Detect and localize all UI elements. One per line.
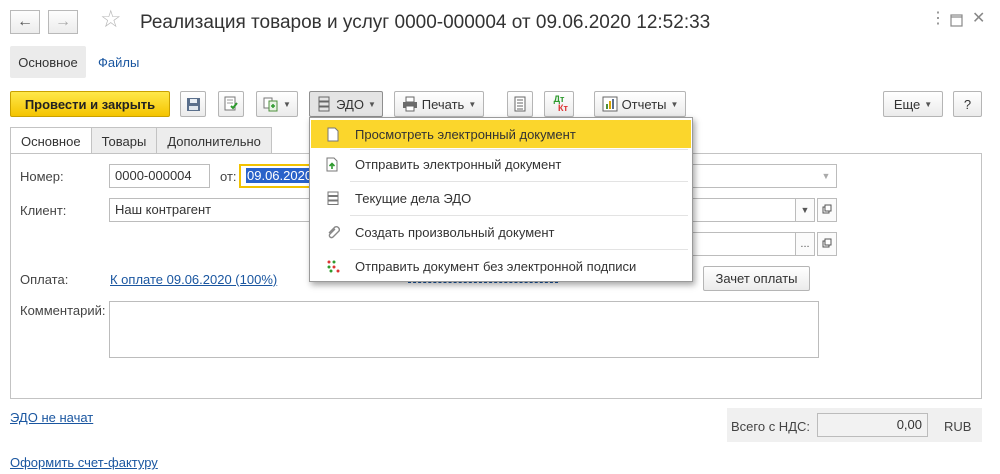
tab-main[interactable]: Основное xyxy=(10,127,92,155)
number-label: Номер: xyxy=(20,169,64,184)
reports-label: Отчеты xyxy=(621,96,667,112)
create-based-on-button[interactable]: ▼ xyxy=(256,91,298,117)
menu-item-label: Создать произвольный документ xyxy=(355,224,555,240)
total-label: Всего с НДС: xyxy=(731,419,811,434)
post-document-icon xyxy=(223,96,239,112)
ledger-icon xyxy=(512,96,528,112)
print-button[interactable]: Печать ▼ xyxy=(394,91,484,117)
printer-icon xyxy=(402,96,418,112)
close-icon[interactable]: ✕ xyxy=(972,11,985,27)
date-value: 09.06.2020 xyxy=(246,168,313,183)
kebab-icon[interactable]: ⋮ xyxy=(930,11,946,27)
comment-label: Комментарий: xyxy=(20,303,106,318)
tab-additional[interactable]: Дополнительно xyxy=(156,127,272,154)
payment-link[interactable]: К оплате 09.06.2020 (100%) xyxy=(110,272,277,287)
edo-status-link[interactable]: ЭДО не начат xyxy=(10,410,93,425)
open-icon xyxy=(822,204,832,216)
arrow-left-icon: ← xyxy=(17,13,33,30)
more-button[interactable]: Еще ▼ xyxy=(883,91,943,117)
edo-label: ЭДО xyxy=(336,96,364,112)
post-button[interactable] xyxy=(218,91,244,117)
form-tabs: Основное Товары Дополнительно xyxy=(10,127,272,155)
send-document-icon xyxy=(325,156,341,172)
menu-item-label: Отправить электронный документ xyxy=(355,156,562,172)
report-icon xyxy=(602,96,618,112)
menu-item-edo-tasks[interactable]: Текущие дела ЭДО xyxy=(311,184,691,212)
menu-item-create-custom-doc[interactable]: Создать произвольный документ xyxy=(311,218,691,246)
section-tab-main[interactable]: Основное xyxy=(10,46,86,78)
post-and-close-button[interactable]: Провести и закрыть xyxy=(10,91,170,117)
date-label: от: xyxy=(220,169,237,184)
send-unsigned-icon xyxy=(325,258,341,274)
date-field[interactable]: 09.06.2020 xyxy=(239,164,314,188)
edo-icon xyxy=(316,96,332,112)
chevron-down-icon: ▼ xyxy=(468,99,477,109)
menu-separator xyxy=(350,249,688,250)
chevron-down-icon[interactable]: ▼ xyxy=(816,164,836,188)
menu-item-send-edoc[interactable]: Отправить электронный документ xyxy=(311,150,691,178)
chevron-down-icon: ▼ xyxy=(924,99,933,109)
client-field[interactable]: Наш контрагент xyxy=(109,198,315,222)
contract-field[interactable] xyxy=(692,232,796,256)
edo-dropdown-menu: Просмотреть электронный документ Отправи… xyxy=(309,117,693,282)
chevron-down-icon: ▼ xyxy=(800,205,810,215)
number-field[interactable]: 0000-000004 xyxy=(109,164,210,188)
forward-button[interactable]: → xyxy=(48,10,78,34)
menu-separator xyxy=(350,215,688,216)
contract-open-button[interactable] xyxy=(817,232,837,256)
chevron-down-icon: ▼ xyxy=(367,99,376,109)
tab-goods[interactable]: Товары xyxy=(90,127,158,154)
contract-select-button[interactable]: ... xyxy=(795,232,815,256)
dtkt-button[interactable]: Дт Кт xyxy=(544,91,574,117)
chevron-down-icon: ▼ xyxy=(670,99,679,109)
chevron-down-icon: ▼ xyxy=(283,99,291,109)
payment-offset-button[interactable]: Зачет оплаты xyxy=(703,266,810,291)
maximize-icon[interactable] xyxy=(950,14,963,29)
more-label: Еще xyxy=(893,96,921,112)
register-records-button[interactable] xyxy=(507,91,533,117)
menu-item-label: Отправить документ без электронной подпи… xyxy=(355,258,637,274)
page-title: Реализация товаров и услуг 0000-000004 о… xyxy=(140,12,711,33)
edo-menu-button[interactable]: ЭДО ▼ xyxy=(309,91,383,117)
menu-item-label: Текущие дела ЭДО xyxy=(355,190,472,206)
menu-separator xyxy=(350,181,688,182)
currency-label: RUB xyxy=(944,419,972,434)
save-button[interactable] xyxy=(180,91,206,117)
floppy-icon xyxy=(185,96,201,112)
total-field: 0,00 xyxy=(817,413,928,437)
star-icon[interactable]: ☆ xyxy=(100,8,122,32)
arrow-right-icon: → xyxy=(55,13,71,30)
open-icon xyxy=(822,238,832,250)
dtkt-bottom-label: Кт xyxy=(558,103,568,113)
menu-item-label: Просмотреть электронный документ xyxy=(355,126,576,142)
menu-item-send-unsigned[interactable]: Отправить документ без электронной подпи… xyxy=(311,252,691,280)
paperclip-icon xyxy=(325,224,341,240)
menu-item-view-edoc[interactable]: Просмотреть электронный документ xyxy=(311,120,691,148)
create-invoice-link[interactable]: Оформить счет-фактуру xyxy=(10,455,158,470)
comment-field[interactable] xyxy=(109,301,819,358)
client-label: Клиент: xyxy=(20,203,67,218)
ellipsis-icon: ... xyxy=(800,238,810,250)
help-button[interactable]: ? xyxy=(953,91,982,117)
client-field-tail[interactable] xyxy=(692,198,796,222)
print-label: Печать xyxy=(421,96,465,112)
document-icon xyxy=(325,126,341,142)
tasks-icon xyxy=(325,190,341,206)
payment-label: Оплата: xyxy=(20,272,69,287)
create-based-icon xyxy=(263,96,279,112)
back-button[interactable]: ← xyxy=(10,10,40,34)
client-dropdown-button[interactable]: ▼ xyxy=(795,198,815,222)
client-open-button[interactable] xyxy=(817,198,837,222)
reports-button[interactable]: Отчеты ▼ xyxy=(594,91,686,117)
files-link[interactable]: Файлы xyxy=(98,55,139,70)
